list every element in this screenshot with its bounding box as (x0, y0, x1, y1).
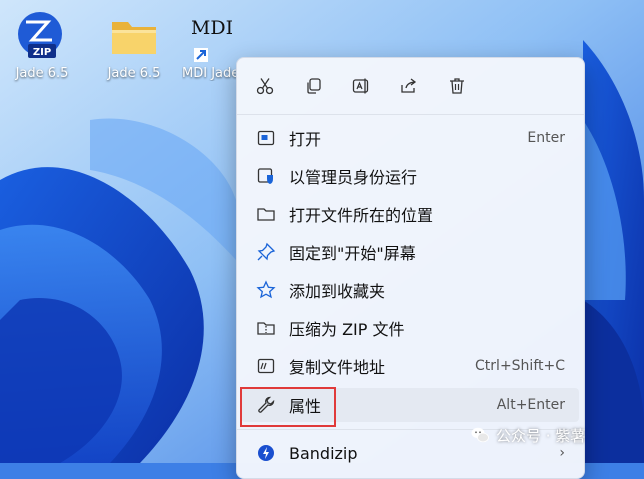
menu-item-label: 压缩为 ZIP 文件 (289, 320, 405, 339)
menu-item-shortcut: Alt+Enter (496, 397, 565, 413)
open-window-icon (255, 127, 277, 149)
quick-actions-bar (237, 58, 584, 114)
shield-icon (255, 165, 277, 187)
trash-icon (450, 78, 464, 94)
watermark: 公众号 · 紫薯 (470, 420, 644, 450)
copy-icon (307, 78, 321, 94)
zip-app-icon: ZIP (14, 8, 70, 64)
menu-item-add-to-favorites[interactable]: 添加到收藏夹 (241, 273, 579, 307)
desktop-icon-label: Jade 6.5 (107, 66, 161, 81)
desktop-icon-jade-folder[interactable]: Jade 6.5 (98, 8, 170, 81)
watermark-text: 公众号 · 紫薯 (496, 426, 586, 445)
shortcut-app-icon: MDI (191, 8, 233, 64)
star-icon (255, 279, 277, 301)
desktop-icon-label: Jade 6.5 (15, 66, 69, 81)
pin-icon (255, 241, 277, 263)
rename-icon (352, 78, 369, 94)
highlight-annotation-box (240, 387, 336, 427)
menu-item-label: 打开文件所在的位置 (289, 206, 434, 225)
menu-item-shortcut: Ctrl+Shift+C (475, 358, 565, 374)
folder-icon (106, 8, 162, 64)
menu-item-open-file-location[interactable]: 打开文件所在的位置 (241, 197, 579, 231)
menu-item-run-as-admin[interactable]: 以管理员身份运行 (241, 159, 579, 193)
desktop-icon-label: MDI Jade (182, 66, 240, 81)
desktop-icon-jade-zip[interactable]: ZIP Jade 6.5 (6, 8, 78, 81)
share-icon (401, 78, 417, 93)
desktop-icon-mdi-jade[interactable]: MDI MDI Jade (182, 8, 242, 81)
path-icon (255, 355, 277, 377)
rename-button[interactable] (346, 71, 376, 101)
menu-item-label: 复制文件地址 (289, 358, 386, 377)
menu-item-copy-as-path[interactable]: 复制文件地址 Ctrl+Shift+C (241, 349, 579, 383)
menu-item-shortcut: Enter (527, 130, 565, 146)
menu-item-compress-zip[interactable]: 压缩为 ZIP 文件 (241, 311, 579, 345)
menu-item-label: 固定到"开始"屏幕 (289, 244, 416, 263)
svg-text:MDI: MDI (192, 17, 232, 39)
wechat-icon (471, 427, 489, 443)
share-button[interactable] (394, 71, 424, 101)
folder-outline-icon (255, 203, 277, 225)
delete-button[interactable] (442, 71, 472, 101)
menu-separator (237, 114, 584, 115)
zip-folder-icon (255, 317, 277, 339)
scissors-icon (256, 78, 274, 95)
bandizip-icon (255, 442, 277, 464)
menu-item-label: Bandizip (289, 443, 358, 463)
cut-button[interactable] (250, 71, 280, 101)
copy-button[interactable] (299, 71, 329, 101)
menu-item-open[interactable]: 打开 Enter (241, 121, 579, 155)
menu-item-label: 添加到收藏夹 (289, 282, 386, 301)
menu-item-label: 打开 (289, 130, 322, 149)
svg-text:ZIP: ZIP (33, 47, 51, 58)
menu-item-label: 以管理员身份运行 (289, 168, 418, 187)
menu-item-pin-to-start[interactable]: 固定到"开始"屏幕 (241, 235, 579, 269)
